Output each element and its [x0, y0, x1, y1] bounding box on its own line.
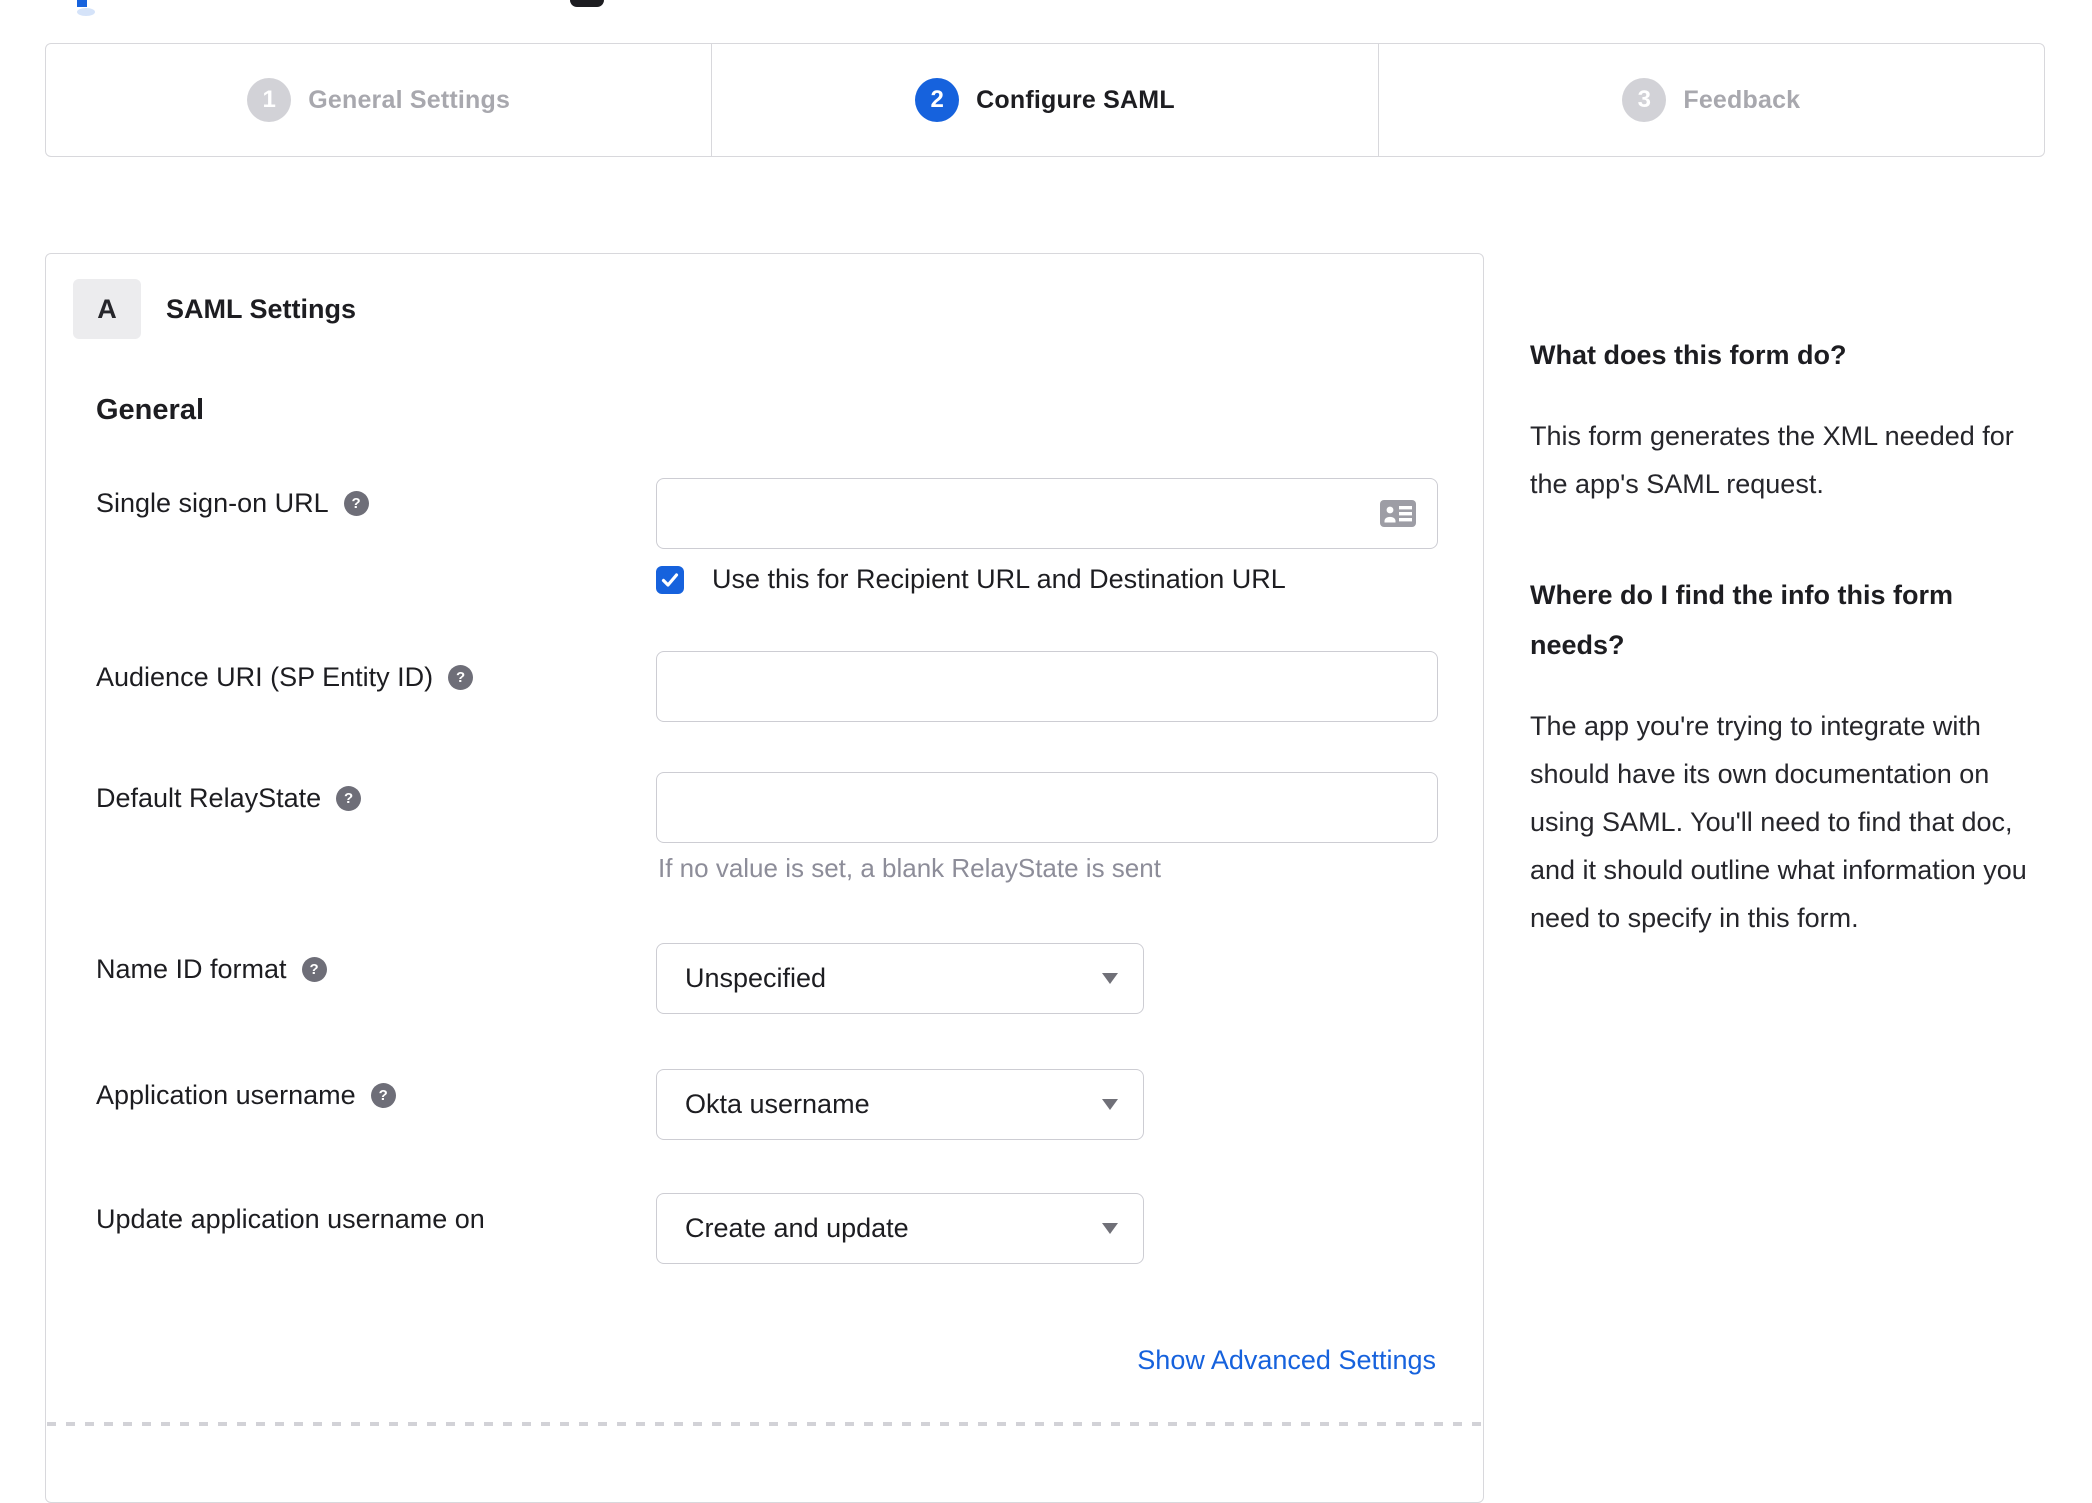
help-sidebar: What does this form do? This form genera… [1530, 330, 2048, 942]
help-icon[interactable]: ? [336, 786, 362, 811]
help-icon[interactable]: ? [370, 1083, 396, 1108]
checkmark-icon [661, 572, 679, 587]
name-id-format-select[interactable]: Unspecified [656, 943, 1144, 1014]
section-title: SAML Settings [166, 293, 357, 324]
help-paragraph-where: The app you're trying to integrate with … [1530, 711, 2027, 933]
step-number-badge: 3 [1622, 78, 1667, 122]
recipient-url-checkbox[interactable] [656, 565, 684, 594]
name-id-format-label-text: Name ID format [96, 954, 287, 984]
help-heading-what: What does this form do? [1530, 340, 1847, 370]
relay-state-label-text: Default RelayState [96, 783, 322, 813]
caret-down-icon [1102, 1223, 1118, 1234]
audience-uri-input[interactable] [656, 651, 1438, 722]
cutoff-blue-logo-fragment [77, 0, 87, 7]
section-a-badge: A [73, 279, 141, 339]
dashed-section-divider [47, 1422, 1483, 1426]
cutoff-title-fragment [570, 0, 604, 7]
name-id-format-label: Name ID format ? [96, 954, 327, 985]
application-username-value: Okta username [685, 1089, 870, 1119]
help-icon[interactable]: ? [448, 665, 474, 690]
step-label: Feedback [1683, 85, 1801, 114]
sso-url-label: Single sign-on URL ? [96, 488, 369, 519]
show-advanced-settings-link[interactable]: Show Advanced Settings [1137, 1345, 1436, 1376]
saml-settings-panel: A SAML Settings General Single sign-on U… [45, 253, 1484, 1503]
step-feedback[interactable]: 3 Feedback [1377, 44, 2044, 156]
step-label: Configure SAML [976, 85, 1175, 114]
relay-state-label: Default RelayState ? [96, 783, 362, 814]
help-icon[interactable]: ? [343, 491, 369, 516]
help-heading-where: Where do I find the info this form needs… [1530, 580, 1953, 660]
application-username-label: Application username ? [96, 1080, 396, 1111]
help-icon[interactable]: ? [301, 957, 327, 982]
application-username-select[interactable]: Okta username [656, 1069, 1144, 1140]
step-general-settings[interactable]: 1 General Settings [46, 44, 711, 156]
relay-state-input[interactable] [656, 772, 1438, 843]
caret-down-icon [1102, 973, 1118, 984]
step-number-badge: 2 [915, 78, 960, 122]
caret-down-icon [1102, 1099, 1118, 1110]
step-number-badge: 1 [247, 78, 292, 122]
application-username-label-text: Application username [96, 1080, 356, 1110]
name-id-format-value: Unspecified [685, 963, 827, 993]
recipient-url-checkbox-label: Use this for Recipient URL and Destinati… [712, 564, 1286, 594]
step-label: General Settings [308, 85, 511, 114]
update-username-select[interactable]: Create and update [656, 1193, 1144, 1264]
sso-url-label-text: Single sign-on URL [96, 488, 329, 518]
update-username-label-text: Update application username on [96, 1204, 485, 1234]
recipient-url-checkbox-row: Use this for Recipient URL and Destinati… [656, 564, 1286, 595]
panel-header: A SAML Settings [73, 279, 356, 339]
audience-uri-label: Audience URI (SP Entity ID) ? [96, 662, 474, 693]
update-username-label: Update application username on [96, 1204, 485, 1235]
update-username-value: Create and update [685, 1213, 909, 1243]
cutoff-blue-logo-shadow [77, 8, 95, 16]
wizard-stepper: 1 General Settings 2 Configure SAML 3 Fe… [45, 43, 2045, 157]
audience-uri-label-text: Audience URI (SP Entity ID) [96, 662, 434, 692]
sso-url-input-wrap [656, 478, 1438, 549]
help-paragraph-what: This form generates the XML needed for t… [1530, 421, 2014, 499]
sso-url-input[interactable] [656, 478, 1438, 549]
general-subsection-title: General [96, 394, 204, 426]
step-configure-saml[interactable]: 2 Configure SAML [711, 44, 1377, 156]
relay-state-helper-text: If no value is set, a blank RelayState i… [658, 853, 1161, 883]
